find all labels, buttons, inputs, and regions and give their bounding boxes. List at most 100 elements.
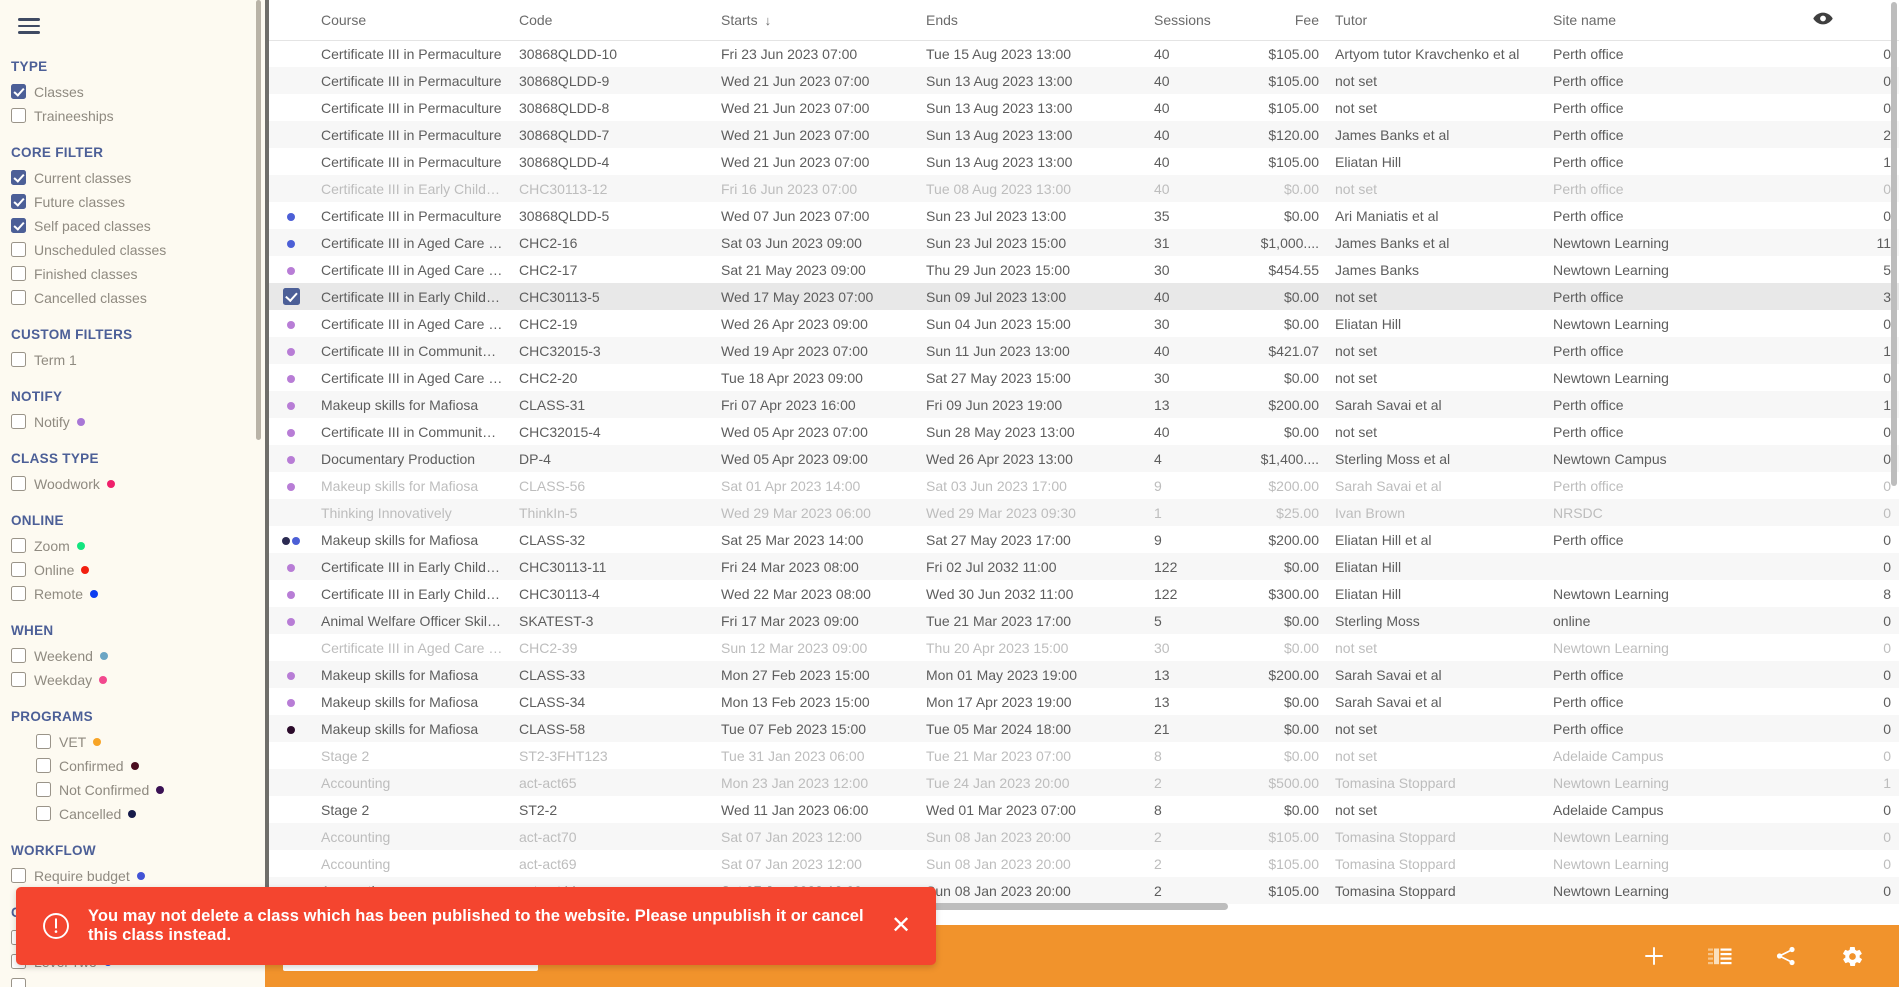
filter-item[interactable]: Woodwork [0, 472, 265, 496]
share-button[interactable] [1773, 943, 1799, 969]
row-select-cell[interactable] [269, 256, 313, 283]
filter-checkbox[interactable] [11, 266, 26, 281]
row-select-cell[interactable] [269, 391, 313, 418]
filter-item[interactable]: Finished classes [0, 262, 265, 286]
table-row[interactable]: Certificate III in Permaculture 30868QLDD… [269, 202, 1899, 229]
column-header-visibility[interactable] [1805, 0, 1899, 41]
filter-item[interactable]: Cancelled classes [0, 286, 265, 310]
filter-item[interactable]: Weekday [0, 668, 265, 692]
table-row[interactable]: Certificate III in Aged Care Work CHC2-20… [269, 364, 1899, 391]
columns-button[interactable] [1707, 943, 1733, 969]
table-row[interactable]: Certificate III in Permaculture 30868QLDD… [269, 67, 1899, 94]
filter-checkbox[interactable] [11, 648, 26, 663]
filter-item[interactable]: Zoom [0, 534, 265, 558]
row-select-cell[interactable] [269, 337, 313, 364]
row-select-cell[interactable] [269, 526, 313, 553]
table-row[interactable]: Makeup skills for Mafiosa CLASS-56 Sat 01 … [269, 472, 1899, 499]
filter-item[interactable]: VET [0, 730, 265, 754]
table-row[interactable]: Animal Welfare Officer Skill Set SKATEST-… [269, 607, 1899, 634]
row-select-cell[interactable] [269, 202, 313, 229]
table-row[interactable]: Makeup skills for Mafiosa CLASS-34 Mon 13 … [269, 688, 1899, 715]
table-row[interactable]: Certificate III in Early Childhoo... CHC3… [269, 283, 1899, 310]
filter-checkbox[interactable] [11, 978, 26, 987]
add-button[interactable] [1641, 943, 1667, 969]
filter-item[interactable]: Online [0, 558, 265, 582]
row-select-cell[interactable] [269, 418, 313, 445]
filter-checkbox[interactable] [11, 218, 26, 233]
filter-item[interactable]: Confirmed [0, 754, 265, 778]
table-row[interactable]: Certificate III in Early Childhoo... CHC3… [269, 175, 1899, 202]
row-select-cell[interactable] [269, 607, 313, 634]
table-row[interactable]: Certificate III in Community Se... CHC320… [269, 418, 1899, 445]
row-select-cell[interactable] [269, 310, 313, 337]
row-select-cell[interactable] [269, 67, 313, 94]
filter-item[interactable] [0, 974, 265, 987]
row-select-cell[interactable] [269, 283, 313, 310]
filter-checkbox[interactable] [36, 758, 51, 773]
table-row[interactable]: Certificate III in Early Childhoo... CHC3… [269, 580, 1899, 607]
table-row[interactable]: Certificate III in Permaculture 30868QLDD… [269, 94, 1899, 121]
row-select-cell[interactable] [269, 40, 313, 67]
row-select-cell[interactable] [269, 796, 313, 823]
table-row[interactable]: Certificate III in Aged Care Work CHC2-17… [269, 256, 1899, 283]
filter-checkbox[interactable] [11, 414, 26, 429]
table-row[interactable]: Certificate III in Permaculture 30868QLDD… [269, 40, 1899, 67]
filter-item[interactable]: Weekend [0, 644, 265, 668]
settings-button[interactable] [1839, 943, 1865, 969]
filter-checkbox[interactable] [11, 170, 26, 185]
filter-item[interactable]: Self paced classes [0, 214, 265, 238]
column-header-sessions[interactable]: Sessions [1146, 0, 1241, 41]
filter-item[interactable]: Require budget [0, 864, 265, 888]
row-checkbox-checked[interactable] [282, 288, 300, 306]
filter-checkbox[interactable] [11, 476, 26, 491]
row-select-cell[interactable] [269, 715, 313, 742]
table-row[interactable]: Certificate III in Permaculture 30868QLDD… [269, 148, 1899, 175]
row-select-cell[interactable] [269, 175, 313, 202]
row-select-cell[interactable] [269, 850, 313, 877]
column-header-fee[interactable]: Fee [1241, 0, 1327, 41]
filter-checkbox[interactable] [11, 562, 26, 577]
table-row[interactable]: Makeup skills for Mafiosa CLASS-58 Tue 07 … [269, 715, 1899, 742]
table-row[interactable]: Makeup skills for Mafiosa CLASS-33 Mon 27 … [269, 661, 1899, 688]
table-row[interactable]: Documentary Production DP-4 Wed 05 Apr 202… [269, 445, 1899, 472]
filter-checkbox[interactable] [11, 194, 26, 209]
row-select-cell[interactable] [269, 634, 313, 661]
filter-item[interactable]: Traineeships [0, 104, 265, 128]
filter-item[interactable]: Not Confirmed [0, 778, 265, 802]
row-select-cell[interactable] [269, 121, 313, 148]
close-icon[interactable]: ✕ [888, 914, 914, 938]
row-select-cell[interactable] [269, 148, 313, 175]
table-row[interactable]: Certificate III in Aged Care Work CHC2-19… [269, 310, 1899, 337]
row-select-cell[interactable] [269, 580, 313, 607]
hamburger-menu-icon[interactable] [0, 0, 44, 48]
column-header-course[interactable]: Course [313, 0, 511, 41]
row-select-cell[interactable] [269, 472, 313, 499]
table-row[interactable]: Stage 2 ST2-3FHT123 Tue 31 Jan 2023 06:00 T… [269, 742, 1899, 769]
filter-item[interactable]: Term 1 [0, 348, 265, 372]
filter-checkbox[interactable] [36, 734, 51, 749]
filter-item[interactable]: Remote [0, 582, 265, 606]
column-header-starts[interactable]: Starts ↓ [713, 0, 918, 41]
filter-checkbox[interactable] [36, 806, 51, 821]
filter-checkbox[interactable] [11, 290, 26, 305]
row-select-cell[interactable] [269, 823, 313, 850]
filter-checkbox[interactable] [11, 868, 26, 883]
row-select-cell[interactable] [269, 364, 313, 391]
filter-checkbox[interactable] [11, 242, 26, 257]
filter-checkbox[interactable] [11, 538, 26, 553]
table-row[interactable]: Accounting act-act69 Sat 07 Jan 2023 12:00… [269, 850, 1899, 877]
filter-item[interactable]: Future classes [0, 190, 265, 214]
column-header-ends[interactable]: Ends [918, 0, 1146, 41]
table-row[interactable]: Certificate III in Community Se... CHC320… [269, 337, 1899, 364]
table-row[interactable]: Thinking Innovatively ThinkIn-5 Wed 29 Mar… [269, 499, 1899, 526]
filter-item[interactable]: ∧Cancelled [0, 802, 265, 826]
row-select-cell[interactable] [269, 499, 313, 526]
column-header-code[interactable]: Code [511, 0, 713, 41]
filter-item[interactable]: Notify [0, 410, 265, 434]
table-row[interactable]: Certificate III in Aged Care Work CHC2-39… [269, 634, 1899, 661]
filter-checkbox[interactable] [11, 586, 26, 601]
table-row[interactable]: Makeup skills for Mafiosa CLASS-32 Sat 25 … [269, 526, 1899, 553]
filter-item[interactable]: Current classes [0, 166, 265, 190]
row-select-cell[interactable] [269, 661, 313, 688]
column-header-tutor[interactable]: Tutor [1327, 0, 1545, 41]
